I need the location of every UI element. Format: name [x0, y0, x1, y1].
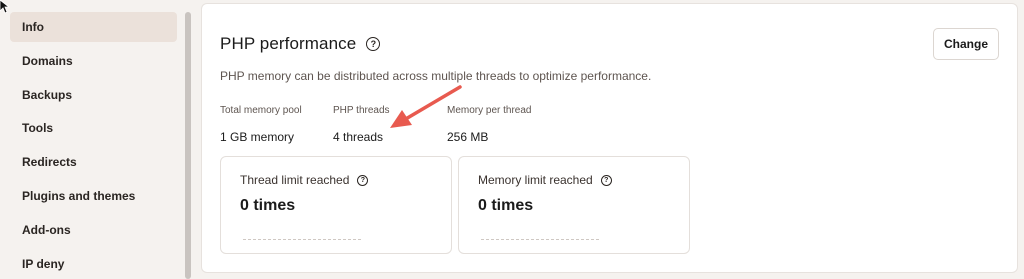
mouse-cursor-icon: [0, 0, 10, 14]
stat-label-total-memory: Total memory pool: [220, 105, 302, 116]
annotation-arrow-icon: [390, 85, 462, 128]
sidebar-item-label: Tools: [22, 121, 54, 135]
sidebar-item-label: Redirects: [22, 155, 77, 169]
title-row: PHP performance ?: [220, 34, 381, 54]
change-button[interactable]: Change: [933, 28, 999, 60]
stat-value-total-memory: 1 GB memory: [220, 130, 295, 144]
sidebar-item-label: Add-ons: [22, 223, 71, 237]
thread-limit-card: Thread limit reached ? 0 times: [220, 156, 452, 254]
app-window: Info Domains Backups Tools Redirects Plu…: [0, 0, 1024, 279]
sidebar-item-label: IP deny: [22, 257, 65, 271]
card-value: 0 times: [240, 197, 296, 214]
sidebar-item-domains[interactable]: Domains: [10, 46, 177, 76]
card-title: Thread limit reached ?: [240, 173, 369, 187]
sidebar-scrollbar[interactable]: [185, 12, 191, 279]
stat-value-php-threads: 4 threads: [333, 130, 384, 144]
sidebar-item-redirects[interactable]: Redirects: [10, 147, 177, 177]
sparkline-placeholder: [481, 239, 599, 240]
page-title: PHP performance: [220, 34, 357, 53]
help-icon[interactable]: ?: [357, 174, 369, 186]
sidebar-item-add-ons[interactable]: Add-ons: [10, 215, 177, 245]
sidebar-item-label: Info: [22, 20, 44, 34]
sidebar-item-tools[interactable]: Tools: [10, 113, 177, 143]
sidebar-item-label: Plugins and themes: [22, 189, 136, 203]
help-icon[interactable]: ?: [600, 174, 612, 186]
sidebar-item-plugins-and-themes[interactable]: Plugins and themes: [10, 181, 177, 211]
sidebar-item-backups[interactable]: Backups: [10, 80, 177, 110]
description-text: PHP memory can be distributed across mul…: [220, 69, 652, 83]
help-icon[interactable]: ?: [366, 37, 381, 51]
card-title: Memory limit reached ?: [478, 173, 612, 187]
card-title-label: Memory limit reached: [478, 173, 593, 187]
stat-value-memory-per-thread: 256 MB: [447, 130, 489, 144]
card-value: 0 times: [478, 197, 534, 214]
sidebar-item-label: Backups: [22, 88, 73, 102]
sidebar: Info Domains Backups Tools Redirects Plu…: [0, 0, 191, 279]
memory-limit-card: Memory limit reached ? 0 times: [458, 156, 690, 254]
sidebar-item-ip-deny[interactable]: IP deny: [10, 249, 177, 279]
sidebar-item-label: Domains: [22, 54, 73, 68]
php-performance-panel: PHP performance ? Change PHP memory can …: [201, 3, 1018, 273]
card-title-label: Thread limit reached: [240, 173, 350, 187]
sidebar-item-info[interactable]: Info: [10, 12, 177, 42]
sparkline-placeholder: [243, 239, 361, 240]
